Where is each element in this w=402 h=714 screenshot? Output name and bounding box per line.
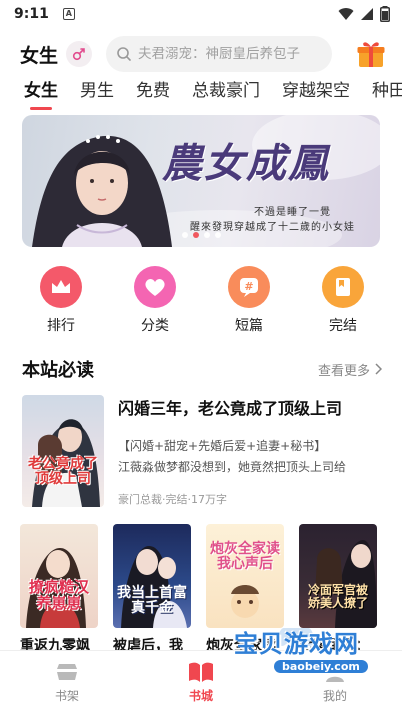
cover-illustration (32, 419, 100, 507)
quick-entries: 排行 分类 # 短篇 完结 (0, 266, 402, 336)
featured-book-info: 闪婚三年，老公竟成了顶级上司 【闪婚+甜宠+先婚后爱+追妻+秘书】 江薇淼做梦都… (118, 395, 380, 509)
crown-icon (52, 280, 70, 293)
category-tabs: 女生 男生 免费 总裁豪门 穿越架空 种田 (0, 76, 402, 112)
category-button[interactable]: 分类 (108, 266, 202, 336)
banner-title: 農女成鳳 (162, 140, 330, 187)
book-cover[interactable]: 炮灰全家读我心声后 (206, 524, 284, 628)
book-description: 江薇淼做梦都没想到，她竟然把顶头上司给 (118, 460, 347, 474)
book-open-icon (189, 662, 213, 682)
completed-button[interactable]: 完结 (296, 266, 390, 336)
category-label: 分类 (141, 318, 169, 334)
book-card[interactable]: 撩疯糙汉养崽崽 重返九零飒 (20, 524, 98, 654)
tab-male[interactable]: 男生 (80, 76, 114, 110)
banner-dot[interactable] (204, 232, 210, 238)
short-stories-label: 短篇 (235, 318, 263, 334)
must-read-section-header: 本站必读 查看更多 (22, 356, 382, 382)
short-stories-button[interactable]: # 短篇 (202, 266, 296, 336)
nav-bookshelf-label: 书架 (54, 689, 79, 703)
cover-illustration (315, 540, 377, 628)
svg-text:#: # (244, 280, 253, 293)
watermark-url: baobeiy.com (274, 660, 368, 673)
book-check-icon (336, 278, 350, 296)
tab-time-travel[interactable]: 穿越架空 (282, 76, 350, 110)
book-cover[interactable]: 冷面军官被娇美人撩了 (299, 524, 377, 628)
see-more-label: 查看更多 (317, 363, 370, 379)
gender-switch-button[interactable] (66, 41, 93, 67)
notification-icon: A (62, 8, 75, 20)
tab-farming[interactable]: 种田 (372, 76, 402, 110)
nav-bookstore-label: 书城 (188, 689, 213, 703)
tab-ceo[interactable]: 总裁豪门 (192, 76, 260, 110)
section-title: 本站必读 (22, 360, 94, 381)
book-cover[interactable]: 老公竟成了顶级上司 (22, 395, 104, 507)
nav-bookshelf[interactable]: 书架 (0, 651, 134, 714)
gender-title: 女生 (20, 44, 59, 67)
tab-female[interactable]: 女生 (24, 76, 58, 110)
completed-icon-badge (322, 266, 364, 308)
cover-illustration (231, 585, 259, 618)
cover-title: 老公竟成了顶级上司 (28, 456, 98, 487)
watermark-logo: 宝贝游戏网 baobeiy.com (226, 622, 402, 692)
banner-dot-active[interactable] (193, 232, 199, 238)
hash-icon: # (240, 278, 258, 297)
signal-icon (361, 8, 373, 20)
watermark-text: 宝贝游戏网 (234, 630, 359, 658)
featured-book[interactable]: 老公竟成了顶级上司 闪婚三年，老公竟成了顶级上司 【闪婚+甜宠+先婚后爱+追妻+… (22, 395, 382, 509)
completed-label: 完结 (329, 318, 357, 334)
book-meta: 豪门总裁·完结·17万字 (118, 493, 227, 506)
bookshelf-icon (57, 664, 77, 680)
banner-dot[interactable] (215, 232, 221, 238)
book-cover[interactable]: 我当上首富真千金 (113, 524, 191, 628)
short-stories-icon-badge: # (228, 266, 270, 308)
gift-icon (357, 42, 385, 67)
status-bar: 9:11 A (0, 0, 402, 28)
promo-banner[interactable]: 農女成鳳 不過是睡了一覺 醒來發現穿越成了十二歲的小女娃 (22, 115, 380, 247)
search-input[interactable] (138, 46, 319, 62)
heart-icon (145, 279, 165, 296)
status-icons (338, 6, 390, 22)
status-time: 9:11 (14, 6, 49, 22)
banner-pagination (182, 232, 221, 238)
banner-dot[interactable] (182, 232, 188, 238)
cover-title: 我当上首富真千金 (117, 585, 187, 616)
battery-icon (380, 6, 390, 22)
gender-switch-icon (72, 48, 85, 61)
cover-title: 炮灰全家读我心声后 (210, 541, 280, 572)
header: 女生 (0, 34, 402, 74)
banner-tagline-1: 不過是睡了一覺 (254, 207, 331, 218)
see-more-link[interactable]: 查看更多 (318, 360, 382, 379)
search-icon (117, 47, 131, 61)
chevron-right-icon (375, 363, 382, 375)
category-icon-badge (134, 266, 176, 308)
cover-title: 撩疯糙汉养崽崽 (28, 578, 89, 612)
book-title: 闪婚三年，老公竟成了顶级上司 (118, 399, 343, 418)
banner-tagline-2: 醒來發現穿越成了十二歲的小女娃 (190, 222, 355, 233)
cover-illustration (26, 548, 86, 628)
book-card[interactable]: 我当上首富真千金 被虐后，我 (113, 524, 191, 654)
ranking-icon-badge (40, 266, 82, 308)
gift-button[interactable] (354, 37, 388, 71)
search-bar[interactable] (106, 36, 333, 72)
ranking-button[interactable]: 排行 (14, 266, 108, 336)
book-tags: 【闪婚+甜宠+先婚后爱+追妻+秘书】 (118, 439, 327, 453)
tab-free[interactable]: 免费 (136, 76, 170, 110)
cover-title: 冷面军官被娇美人撩了 (307, 583, 368, 610)
book-cover[interactable]: 撩疯糙汉养崽崽 (20, 524, 98, 628)
ranking-label: 排行 (47, 318, 75, 334)
wifi-icon (338, 8, 354, 20)
